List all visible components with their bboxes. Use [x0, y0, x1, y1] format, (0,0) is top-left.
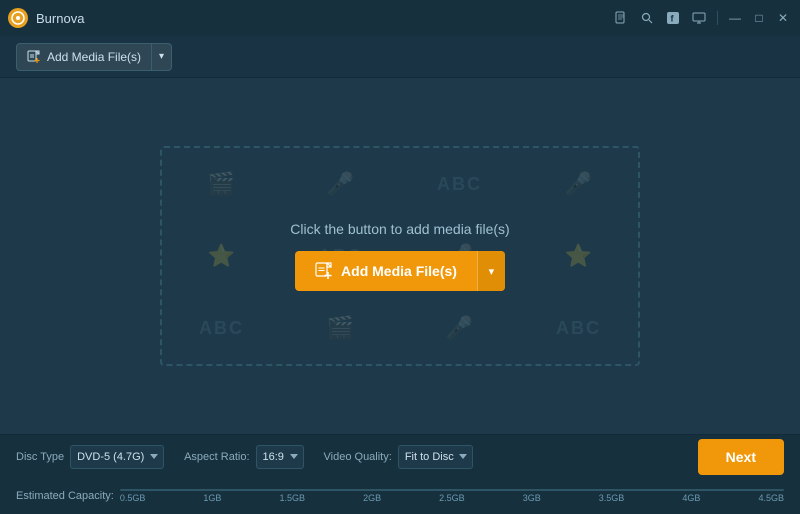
add-media-center-dropdown[interactable]: ▾: [477, 251, 505, 291]
wm-cell: 🎬: [281, 292, 400, 364]
wm-cell: 🎤: [281, 148, 400, 220]
capacity-ticks: 0.5GB 1GB 1.5GB 2GB 2.5GB 3GB 3.5GB 4GB …: [120, 493, 784, 503]
video-quality-label: Video Quality:: [324, 451, 392, 463]
tick-4gb: 4GB: [682, 493, 700, 503]
disc-type-label: Disc Type: [16, 451, 64, 463]
app-title: Burnova: [36, 11, 84, 26]
maximize-button[interactable]: □: [750, 9, 768, 27]
video-quality-select[interactable]: Fit to Disc: [398, 445, 473, 469]
bottom-controls: Disc Type DVD-5 (4.7G) Aspect Ratio: 16:…: [16, 435, 784, 478]
file-icon[interactable]: [611, 8, 631, 28]
add-media-center-label: Add Media File(s): [295, 251, 477, 291]
aspect-ratio-label: Aspect Ratio:: [184, 451, 249, 463]
tick-2.5gb: 2.5GB: [439, 493, 465, 503]
titlebar: Burnova f: [0, 0, 800, 36]
wm-cell: 🎤: [400, 292, 519, 364]
add-media-toolbar-button[interactable]: Add Media File(s) ▾: [16, 43, 172, 71]
bottombar: Disc Type DVD-5 (4.7G) Aspect Ratio: 16:…: [0, 434, 800, 514]
aspect-ratio-select[interactable]: 16:9: [256, 445, 304, 469]
tick-1.5gb: 1.5GB: [279, 493, 305, 503]
wm-cell: ⭐: [519, 220, 638, 292]
capacity-bar-row: Estimated Capacity: 0.5GB 1GB 1.5GB 2GB …: [16, 489, 784, 503]
search-icon[interactable]: [637, 8, 657, 28]
wm-cell: 🎤: [519, 148, 638, 220]
capacity-label: Estimated Capacity:: [16, 490, 114, 502]
add-media-toolbar-label: Add Media File(s): [17, 44, 151, 70]
disc-type-select[interactable]: DVD-5 (4.7G): [70, 445, 164, 469]
titlebar-separator: [717, 11, 718, 25]
add-file-icon: [27, 50, 41, 64]
wm-cell: ABC: [162, 292, 281, 364]
wm-cell: ⭐: [162, 220, 281, 292]
screen-icon[interactable]: [689, 8, 709, 28]
capacity-bar: [120, 489, 784, 491]
drop-instruction: Click the button to add media file(s): [290, 221, 509, 237]
tick-0.5gb: 0.5GB: [120, 493, 146, 503]
drop-content: Click the button to add media file(s) Ad…: [290, 221, 509, 291]
drop-zone: 🎬 🎤 ABC 🎤 ⭐ ABC 🎤 ⭐ ABC 🎬 🎤 ABC Click th…: [160, 146, 640, 366]
add-media-center-button[interactable]: Add Media File(s) ▾: [295, 251, 505, 291]
minimize-button[interactable]: —: [726, 9, 744, 27]
main-area: 🎬 🎤 ABC 🎤 ⭐ ABC 🎤 ⭐ ABC 🎬 🎤 ABC Click th…: [0, 78, 800, 434]
aspect-ratio-group: Aspect Ratio: 16:9: [184, 445, 303, 469]
facebook-icon[interactable]: f: [663, 8, 683, 28]
wm-cell: ABC: [400, 148, 519, 220]
video-quality-group: Video Quality: Fit to Disc: [324, 445, 473, 469]
app-logo: [8, 8, 28, 28]
titlebar-controls: f — □ ✕: [611, 8, 792, 28]
add-file-center-icon: [315, 262, 333, 280]
cap-bar-wrap: 0.5GB 1GB 1.5GB 2GB 2.5GB 3GB 3.5GB 4GB …: [120, 489, 784, 503]
next-button[interactable]: Next: [698, 439, 784, 475]
toolbar: Add Media File(s) ▾: [0, 36, 800, 78]
close-button[interactable]: ✕: [774, 9, 792, 27]
add-media-toolbar-dropdown[interactable]: ▾: [151, 44, 171, 70]
wm-cell: 🎬: [162, 148, 281, 220]
titlebar-left: Burnova: [8, 8, 84, 28]
tick-3.5gb: 3.5GB: [599, 493, 625, 503]
bottom-row: Estimated Capacity: 0.5GB 1GB 1.5GB 2GB …: [16, 478, 784, 514]
tick-2gb: 2GB: [363, 493, 381, 503]
wm-cell: ABC: [519, 292, 638, 364]
disc-type-group: Disc Type DVD-5 (4.7G): [16, 445, 164, 469]
tick-3gb: 3GB: [523, 493, 541, 503]
capacity-section: Estimated Capacity: 0.5GB 1GB 1.5GB 2GB …: [16, 489, 784, 503]
tick-1gb: 1GB: [203, 493, 221, 503]
tick-4.5gb: 4.5GB: [758, 493, 784, 503]
